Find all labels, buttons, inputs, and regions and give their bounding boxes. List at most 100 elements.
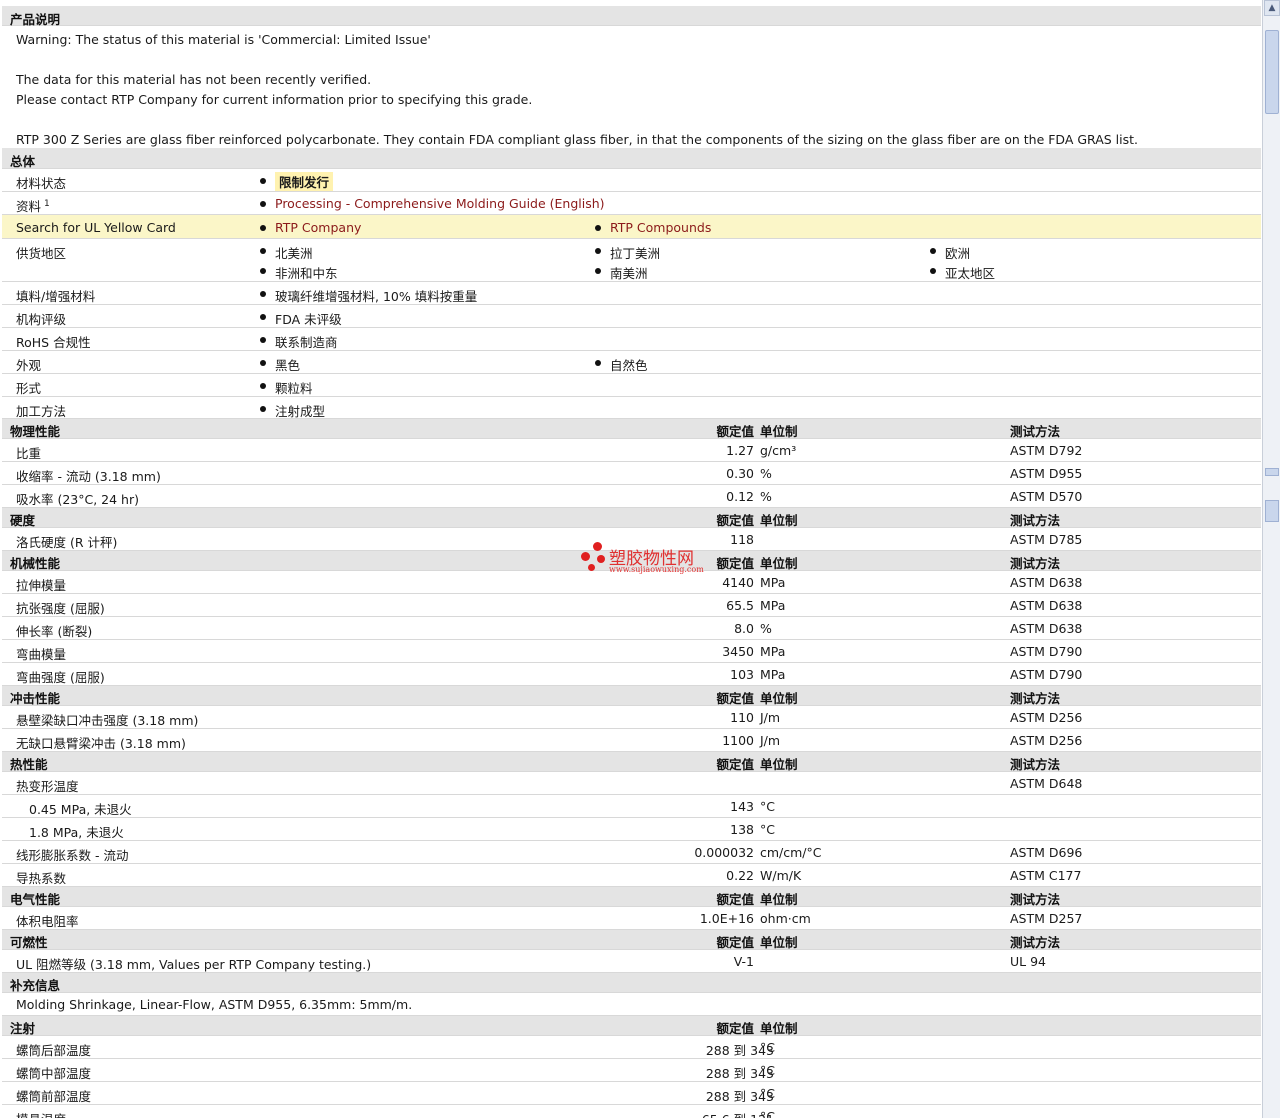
section-title: 机械性能: [10, 556, 61, 571]
injection-row: 螺筒前部温度 288 到 343 °C: [2, 1082, 1261, 1105]
property-unit: g/cm³: [760, 443, 797, 458]
property-row: 伸长率 (断裂) 8.0% ASTM D638: [2, 617, 1261, 640]
property-value: 138: [730, 822, 754, 837]
section-header-impact: 冲击性能 额定值 单位制 测试方法: [2, 686, 1261, 706]
bullet-icon: [260, 225, 266, 231]
bullet-icon: [930, 248, 936, 254]
scroll-thumb[interactable]: [1265, 30, 1279, 114]
row-label: 外观: [16, 358, 42, 373]
property-unit: %: [760, 621, 772, 636]
property-unit: °C: [760, 1086, 775, 1101]
property-row: 弯曲强度 (屈服) 103 MPa ASTM D790: [2, 663, 1261, 686]
property-unit: W/m/K: [760, 868, 802, 883]
property-method: ASTM D570: [1010, 489, 1083, 504]
property-unit: MPa: [760, 644, 786, 659]
property-label: 弯曲模量: [16, 647, 67, 662]
column-header-value: 额定值: [716, 892, 754, 907]
row-agency-rating: 机构评级 FDA 未评级: [2, 305, 1261, 328]
column-header-unit: 单位制: [760, 424, 798, 439]
bullet-icon: [260, 314, 266, 320]
property-row: 1.8 MPa, 未退火 138 °C: [2, 818, 1261, 841]
property-unit: J/m: [760, 710, 781, 725]
property-label: 体积电阻率: [16, 914, 79, 929]
vertical-scrollbar[interactable]: ▲: [1262, 0, 1280, 1118]
bullet-icon: [930, 268, 936, 274]
section-header-flammability: 可燃性 额定值 单位制 测试方法: [2, 930, 1261, 950]
rtp-company-link[interactable]: RTP Company: [275, 220, 361, 235]
column-header-unit: 单位制: [760, 1021, 798, 1036]
property-method: ASTM D792: [1010, 443, 1083, 458]
row-ul-yellow-card: Search for UL Yellow Card RTP Company RT…: [2, 215, 1261, 239]
row-label: 资料 1: [16, 198, 50, 214]
description-block: Warning: The status of this material is …: [2, 26, 1261, 148]
column-header-value: 额定值: [716, 424, 754, 439]
column-header-value: 额定值: [716, 556, 754, 571]
region-item: 北美洲: [275, 246, 313, 261]
bullet-icon: [595, 248, 601, 254]
section-title: 补充信息: [10, 978, 61, 993]
property-label: 吸水率 (23°C, 24 hr): [16, 492, 139, 507]
property-label: 比重: [16, 446, 42, 461]
status-warning-text: Warning: The status of this material is …: [16, 32, 431, 47]
scroll-up-arrow-icon[interactable]: ▲: [1264, 0, 1280, 16]
bullet-icon: [260, 406, 266, 412]
property-row: 0.45 MPa, 未退火 143 °C: [2, 795, 1261, 818]
verification-text: The data for this material has not been …: [16, 72, 372, 87]
column-header-unit: 单位制: [760, 556, 798, 571]
logo-dot: [597, 555, 605, 563]
section-header-electrical: 电气性能 额定值 单位制 测试方法: [2, 887, 1261, 907]
property-unit: °C: [760, 799, 775, 814]
molding-guide-link[interactable]: Processing - Comprehensive Molding Guide…: [275, 196, 605, 211]
property-label: 抗张强度 (屈服): [16, 601, 105, 616]
row-value: 联系制造商: [275, 335, 338, 350]
property-method: ASTM C177: [1010, 868, 1082, 883]
logo-dot: [581, 552, 590, 561]
property-row: 抗张强度 (屈服) 65.5 MPa ASTM D638: [2, 594, 1261, 617]
property-unit: %: [760, 489, 772, 504]
property-row: 线形膨胀系数 - 流动 0.000032 cm/cm/°C ASTM D696: [2, 841, 1261, 864]
property-unit: MPa: [760, 667, 786, 682]
row-rohs: RoHS 合规性 联系制造商: [2, 328, 1261, 351]
property-value: 0.22: [726, 868, 754, 883]
property-unit: °C: [760, 1109, 775, 1118]
property-value: 118: [730, 532, 754, 547]
region-item: 南美洲: [610, 266, 648, 281]
property-label: 螺筒后部温度: [16, 1043, 92, 1058]
property-label: 悬壁梁缺口冲击强度 (3.18 mm): [16, 713, 199, 728]
column-header-method: 测试方法: [1010, 513, 1061, 528]
section-header-supplement: 补充信息: [2, 973, 1261, 993]
bullet-icon: [595, 225, 601, 231]
row-material-status: 材料状态 限制发行: [2, 169, 1261, 192]
product-description-text: RTP 300 Z Series are glass fiber reinfor…: [16, 132, 1139, 147]
row-label: 填料/增强材料: [16, 289, 96, 304]
property-row: 导热系数 0.22 W/m/K ASTM C177: [2, 864, 1261, 887]
column-header-value: 额定值: [716, 935, 754, 950]
property-value: 103: [730, 667, 754, 682]
column-header-unit: 单位制: [760, 935, 798, 950]
property-value: 1.0E+16: [699, 911, 754, 926]
region-item: 非洲和中东: [275, 266, 338, 281]
property-method: ASTM D638: [1010, 598, 1083, 613]
property-value: 4140: [722, 575, 754, 590]
column-header-method: 测试方法: [1010, 691, 1061, 706]
property-row: 吸水率 (23°C, 24 hr) 0.12% ASTM D570: [2, 485, 1261, 508]
row-filler: 填料/增强材料 玻璃纤维增强材料, 10% 填料按重量: [2, 282, 1261, 305]
row-form: 形式 颗粒料: [2, 374, 1261, 397]
datasheet: 产品说明 Warning: The status of this materia…: [2, 0, 1261, 1118]
column-header-value: 额定值: [716, 691, 754, 706]
section-header-description: 产品说明: [2, 6, 1261, 27]
property-value: 1.27: [726, 443, 754, 458]
property-label: 弯曲强度 (屈服): [16, 670, 105, 685]
property-row: 比重 1.27 g/cm³ ASTM D792: [2, 439, 1261, 462]
property-unit: °C: [760, 1063, 775, 1078]
row-label: RoHS 合规性: [16, 335, 91, 350]
watermark-url: www.sujiaowuxing.com: [609, 565, 704, 574]
row-process-method: 加工方法 注射成型: [2, 397, 1261, 419]
row-value: FDA 未评级: [275, 312, 342, 327]
section-header-thermal: 热性能 额定值 单位制 测试方法: [2, 752, 1261, 772]
row-value: 颗粒料: [275, 381, 313, 396]
bullet-icon: [260, 360, 266, 366]
rtp-compounds-link[interactable]: RTP Compounds: [610, 220, 711, 235]
property-label: UL 阻燃等级 (3.18 mm, Values per RTP Company…: [16, 957, 372, 972]
scroll-marker: [1265, 468, 1279, 476]
